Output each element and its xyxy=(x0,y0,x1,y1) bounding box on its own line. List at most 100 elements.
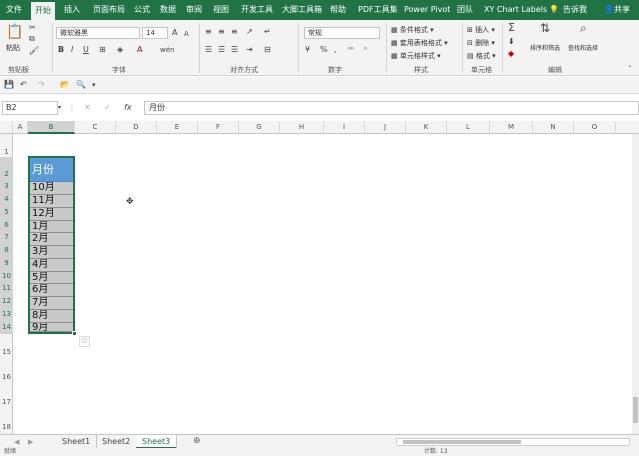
tab-review[interactable]: 审阅 xyxy=(186,0,202,20)
table-cell[interactable]: 4月 xyxy=(30,259,73,272)
align-middle-icon[interactable]: ≡ xyxy=(218,27,225,37)
column-header[interactable]: L xyxy=(447,121,490,134)
clear-icon[interactable]: ◆ xyxy=(508,49,514,59)
cell-b2-header[interactable]: 月份 xyxy=(30,158,73,182)
tab-tell-me[interactable]: 告诉我 xyxy=(563,0,587,20)
enter-icon[interactable]: ✓ xyxy=(104,103,111,113)
horizontal-scroll-thumb[interactable] xyxy=(403,440,521,444)
font-name-select[interactable]: 微软雅黑 xyxy=(56,27,140,39)
horizontal-scrollbar[interactable] xyxy=(396,438,630,446)
format-cells-button[interactable]: ▤ 格式 ▾ xyxy=(467,51,496,61)
paste-label[interactable]: 粘贴 xyxy=(6,43,20,53)
table-cell[interactable]: 8月 xyxy=(30,310,73,323)
shrink-font-icon[interactable]: A xyxy=(184,29,189,39)
indent-icon[interactable]: ⇥ xyxy=(246,45,253,55)
format-as-table-button[interactable]: ▦ 套用表格格式 ▾ xyxy=(391,38,448,48)
tab-power-pivot[interactable]: Power Pivot xyxy=(404,0,450,20)
tab-data[interactable]: 数据 xyxy=(160,0,176,20)
table-cell[interactable]: 12月 xyxy=(30,208,73,221)
table-cell[interactable]: 6月 xyxy=(30,284,73,297)
tab-team[interactable]: 团队 xyxy=(457,0,473,20)
align-center-icon[interactable]: ☰ xyxy=(218,45,225,55)
column-header[interactable]: G xyxy=(239,121,280,134)
row-header[interactable]: 12 xyxy=(0,295,13,308)
grow-font-icon[interactable]: A xyxy=(172,28,177,38)
column-header[interactable]: E xyxy=(157,121,198,134)
row-header[interactable]: 9 xyxy=(0,257,13,270)
add-sheet-icon[interactable]: ⊕ xyxy=(193,436,201,446)
table-cell[interactable]: 9月 xyxy=(30,323,73,332)
next-sheet-icon[interactable]: ▶ xyxy=(28,437,33,447)
vertical-scrollbar[interactable] xyxy=(632,134,639,434)
table-cell[interactable]: 2月 xyxy=(30,233,73,246)
borders-icon[interactable]: ⊞ xyxy=(99,45,106,55)
column-header[interactable]: K xyxy=(406,121,447,134)
sheet-tab-2[interactable]: Sheet2 xyxy=(96,435,138,449)
cell-styles-button[interactable]: ▦ 单元格样式 ▾ xyxy=(391,51,441,61)
wrap-text-icon[interactable]: ↵ xyxy=(264,27,271,37)
tab-pdf[interactable]: PDF工具集 xyxy=(358,0,398,20)
tab-help[interactable]: 帮助 xyxy=(330,0,346,20)
column-header[interactable]: M xyxy=(490,121,533,134)
table-cell[interactable]: 10月 xyxy=(30,182,73,195)
sheet-tab-1[interactable]: Sheet1 xyxy=(56,435,98,449)
insert-cells-button[interactable]: ⊞ 插入 ▾ xyxy=(467,25,495,35)
tab-developer[interactable]: 开发工具 xyxy=(241,0,273,20)
underline-button[interactable]: U xyxy=(83,45,89,55)
align-left-icon[interactable]: ☰ xyxy=(205,45,212,55)
font-size-select[interactable]: 14 xyxy=(142,27,168,39)
column-header[interactable]: F xyxy=(198,121,239,134)
conditional-formatting-button[interactable]: ▦ 条件格式 ▾ xyxy=(391,25,434,35)
column-header[interactable]: H xyxy=(280,121,324,134)
tab-insert[interactable]: 插入 xyxy=(64,0,80,20)
orientation-icon[interactable]: ↗ xyxy=(246,27,253,37)
name-box[interactable]: B2 xyxy=(2,101,58,115)
tab-dajiao[interactable]: 大脚工具箱 xyxy=(282,0,322,20)
delete-cells-button[interactable]: ⊟ 删除 ▾ xyxy=(467,38,495,48)
row-header[interactable]: 17 xyxy=(0,384,13,409)
column-header[interactable]: N xyxy=(533,121,574,134)
tab-view[interactable]: 视图 xyxy=(213,0,229,20)
scroll-thumb[interactable] xyxy=(633,397,638,423)
redo-icon[interactable]: ↷ xyxy=(38,80,45,90)
tab-page-layout[interactable]: 页面布局 xyxy=(93,0,125,20)
row-header[interactable]: 18 xyxy=(0,409,13,434)
column-header[interactable]: D xyxy=(116,121,157,134)
customize-toolbar-icon[interactable]: ▾ xyxy=(92,80,96,90)
currency-icon[interactable]: ¥ xyxy=(305,45,310,55)
table-cell[interactable]: 1月 xyxy=(30,221,73,233)
table-cell[interactable]: 7月 xyxy=(30,297,73,310)
percent-button[interactable]: % xyxy=(320,45,328,55)
row-header[interactable]: 7 xyxy=(0,231,13,244)
sort-filter-button[interactable]: 排序和筛选 xyxy=(530,43,560,52)
tab-xy-chart-labels[interactable]: XY Chart Labels xyxy=(484,0,547,20)
column-header[interactable]: I xyxy=(324,121,365,134)
sheet-tab-3[interactable]: Sheet3 xyxy=(136,435,178,449)
row-header[interactable]: 3 xyxy=(0,180,13,193)
row-header[interactable]: 16 xyxy=(0,359,13,384)
comma-button[interactable]: , xyxy=(334,45,337,55)
sort-filter-icon[interactable]: ⇅ xyxy=(540,22,550,34)
format-painter-icon[interactable]: 🖌 xyxy=(29,46,39,56)
column-header[interactable]: O xyxy=(574,121,616,134)
increase-decimal-icon[interactable]: ⁰⁰ xyxy=(348,45,354,55)
print-preview-icon[interactable]: 🔍 xyxy=(76,80,86,90)
column-header[interactable]: J xyxy=(365,121,406,134)
open-icon[interactable]: 📂 xyxy=(60,80,70,90)
autosum-icon[interactable]: Σ xyxy=(508,22,515,33)
row-header[interactable]: 15 xyxy=(0,334,13,359)
italic-button[interactable]: I xyxy=(71,45,73,55)
row-header[interactable]: 14 xyxy=(0,321,13,334)
row-header[interactable]: 11 xyxy=(0,282,13,295)
paste-icon[interactable]: 📋 xyxy=(6,24,23,40)
tab-formulas[interactable]: 公式 xyxy=(134,0,150,20)
bold-button[interactable]: B xyxy=(58,45,64,55)
table-cell[interactable]: 5月 xyxy=(30,272,73,284)
row-header[interactable]: 13 xyxy=(0,308,13,321)
prev-sheet-icon[interactable]: ◀ xyxy=(14,437,19,447)
fill-handle[interactable] xyxy=(72,331,77,336)
copy-icon[interactable]: ⧉ xyxy=(29,34,35,44)
tab-home[interactable]: 开始 xyxy=(31,2,55,20)
insert-function-icon[interactable]: fx xyxy=(124,103,132,113)
align-top-icon[interactable]: ≡ xyxy=(205,27,212,37)
